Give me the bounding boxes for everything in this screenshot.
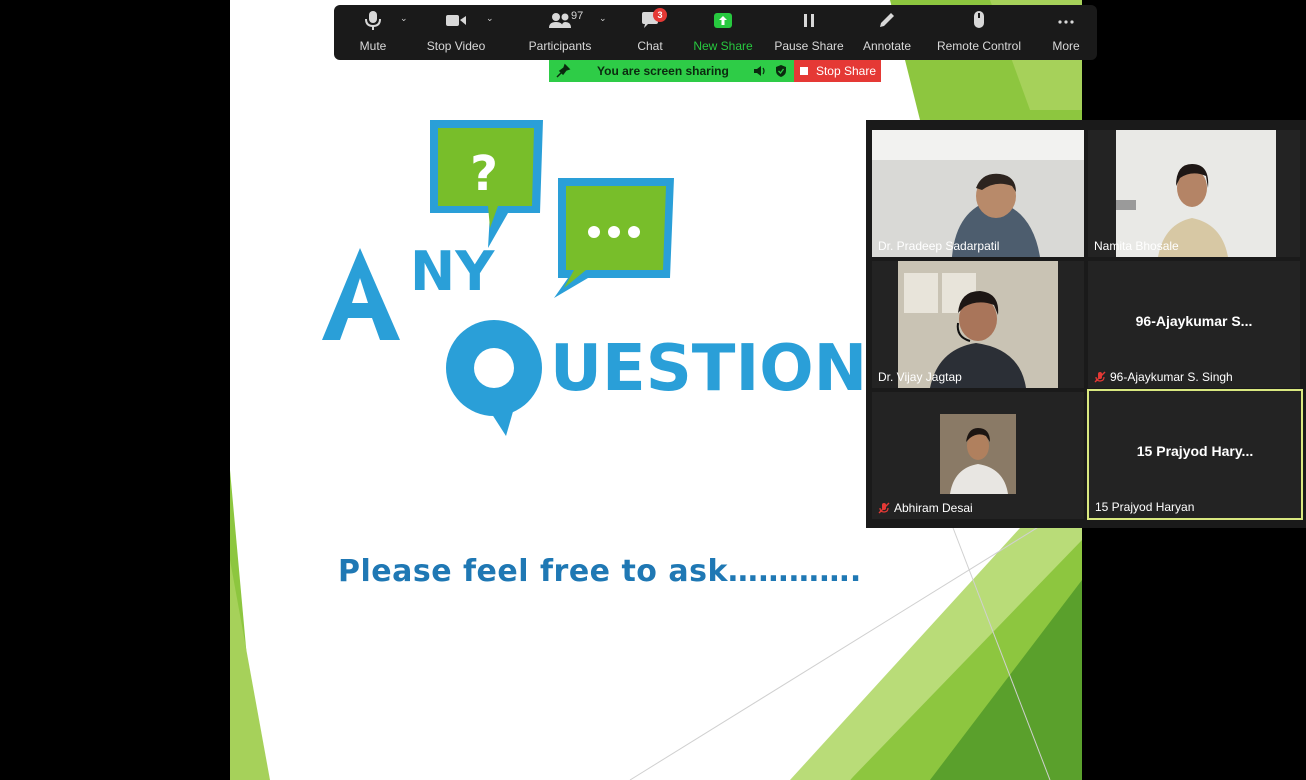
participant-display-name: 15 Prajyod Hary... [1136, 443, 1254, 459]
stop-share-label: Stop Share [815, 64, 877, 78]
shield-icon[interactable] [775, 64, 787, 78]
participant-video [872, 130, 1084, 257]
participants-count: 97 [571, 10, 584, 22]
participants-options-caret[interactable]: ⌄ [599, 13, 607, 24]
speaker-icon[interactable] [753, 65, 767, 77]
video-camera-icon: ⌄ [444, 5, 494, 35]
slide-subtitle: Please feel free to ask…………. [338, 554, 862, 589]
annotate-button[interactable]: Annotate [860, 5, 914, 60]
svg-text:?: ? [470, 146, 498, 202]
chat-icon: 3 [639, 5, 667, 35]
remote-control-label: Remote Control [936, 39, 1022, 53]
stop-video-button[interactable]: ⌄ Stop Video [424, 5, 494, 60]
annotate-label: Annotate [862, 39, 912, 53]
participant-tile[interactable]: Abhiram Desai [872, 392, 1084, 519]
participant-name: 96-Ajaykumar S. Singh [1110, 370, 1233, 384]
participant-video [872, 261, 1084, 388]
pause-share-label: Pause Share [774, 39, 844, 53]
participants-button[interactable]: 97 ⌄ Participants [524, 5, 607, 60]
participant-tile[interactable]: 96-Ajaykumar S... 96-Ajaykumar S. Singh [1088, 261, 1300, 388]
muted-mic-icon [878, 502, 890, 514]
participant-gallery: Dr. Pradeep Sadarpatil Namita Bhosale Dr… [866, 120, 1306, 528]
participant-name: Dr. Vijay Jagtap [878, 370, 962, 384]
zoom-window: ? NY UESTIONS Please feel free to ask………… [0, 0, 1306, 780]
mute-options-caret[interactable]: ⌄ [400, 13, 408, 24]
more-dots-icon [1056, 5, 1076, 35]
participant-tile[interactable]: Namita Bhosale [1088, 130, 1300, 257]
video-options-caret[interactable]: ⌄ [486, 13, 494, 24]
participant-video [872, 392, 1084, 519]
stop-video-label: Stop Video [426, 39, 486, 53]
mute-label: Mute [359, 39, 387, 53]
chat-label: Chat [637, 39, 663, 53]
meeting-toolbar: ⌄ Mute ⌄ Stop Video 97 ⌄ Participants 3 [334, 5, 1097, 60]
more-button[interactable]: More [1048, 5, 1084, 60]
mouse-icon [969, 5, 989, 35]
logo-word-any: NY [410, 240, 495, 303]
participant-name: 15 Prajyod Haryan [1095, 500, 1195, 514]
participant-name: Abhiram Desai [894, 501, 973, 515]
stop-share-button[interactable]: Stop Share [794, 60, 881, 82]
pin-icon[interactable] [555, 63, 571, 79]
any-questions-logo: ? NY UESTIONS [322, 120, 878, 436]
participant-name: Dr. Pradeep Sadarpatil [878, 239, 1000, 253]
mute-button[interactable]: ⌄ Mute [346, 5, 408, 60]
logo-word-questions: UESTIONS [550, 332, 878, 406]
new-share-button[interactable]: New Share [692, 5, 754, 60]
participant-tile-active-speaker[interactable]: 15 Prajyod Hary... 15 Prajyod Haryan [1087, 389, 1303, 520]
chat-badge: 3 [653, 8, 667, 22]
participant-tile[interactable]: Dr. Vijay Jagtap [872, 261, 1084, 388]
pencil-icon [877, 5, 897, 35]
stop-square-icon [799, 67, 808, 75]
participant-tile[interactable]: Dr. Pradeep Sadarpatil [872, 130, 1084, 257]
participant-display-name: 96-Ajaykumar S... [1135, 313, 1253, 329]
participants-icon: 97 ⌄ [547, 5, 607, 35]
screen-sharing-bar: You are screen sharing Stop Share [549, 60, 881, 82]
share-up-arrow-icon [712, 5, 734, 35]
pause-share-button[interactable]: Pause Share [774, 5, 844, 60]
muted-mic-icon [1094, 371, 1106, 383]
microphone-icon: ⌄ [362, 5, 408, 35]
more-label: More [1052, 39, 1080, 53]
new-share-label: New Share [693, 39, 753, 53]
chat-button[interactable]: 3 Chat [632, 5, 668, 60]
participant-video [1088, 130, 1300, 257]
remote-control-button[interactable]: Remote Control [936, 5, 1022, 60]
pause-icon [799, 5, 819, 35]
share-status-text: You are screen sharing [597, 64, 729, 78]
participant-name: Namita Bhosale [1094, 239, 1179, 253]
participants-label: Participants [528, 39, 592, 53]
